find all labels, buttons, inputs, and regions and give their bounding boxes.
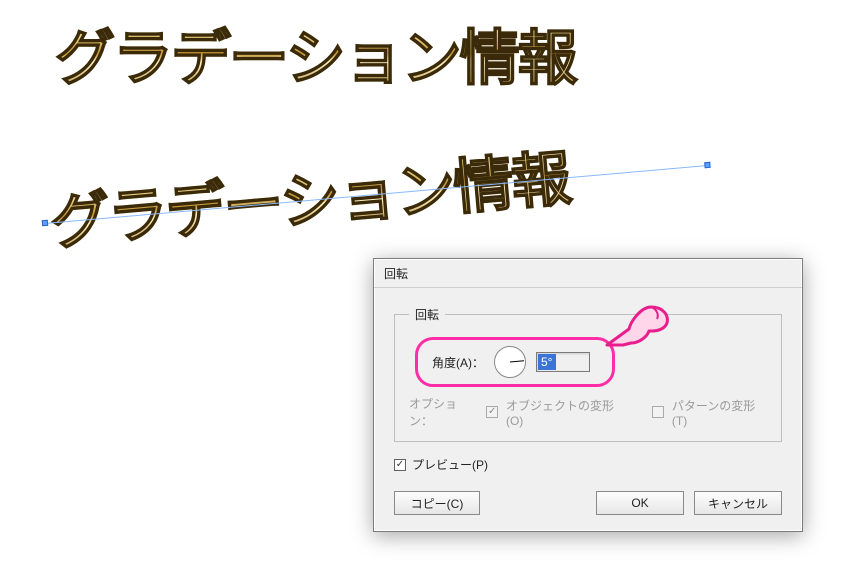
checkbox-preview[interactable] [394, 459, 406, 471]
angle-label: 角度(A)： [432, 354, 484, 371]
ok-button[interactable]: OK [596, 491, 684, 515]
selection-handle-left[interactable] [42, 220, 49, 227]
angle-input[interactable]: 5° [536, 352, 590, 372]
angle-highlight: 角度(A)： 5° [415, 337, 615, 387]
angle-dial[interactable] [494, 346, 526, 378]
cancel-button[interactable]: キャンセル [694, 491, 782, 515]
preview-label: プレビュー(P) [412, 456, 488, 473]
options-label: オプション： [409, 395, 478, 429]
gradient-text-original: グラデーション情報 [55, 10, 576, 97]
gradient-text-rotated: グラデーション情報 [46, 130, 572, 262]
options-row: オプション： オブジェクトの変形(O) パターンの変形(T) [409, 395, 767, 429]
rotate-group-legend: 回転 [409, 306, 445, 323]
checkbox-transform-object [486, 406, 498, 418]
dialog-title: 回転 [374, 259, 802, 288]
pointing-hand-icon [601, 301, 671, 357]
option-transform-pattern-label: パターンの変形(T) [672, 397, 767, 428]
rotate-group: 回転 角度(A)： 5° オプション： オブジェクトの変形(O) [394, 306, 782, 442]
rotate-dialog: 回転 回転 角度(A)： 5° オプション： オ [373, 258, 803, 532]
checkbox-transform-pattern [652, 406, 664, 418]
preview-row: プレビュー(P) [394, 456, 782, 473]
selection-handle-right[interactable] [704, 162, 711, 169]
option-transform-object-label: オブジェクトの変形(O) [506, 397, 627, 428]
copy-button[interactable]: コピー(C) [394, 491, 480, 515]
angle-value: 5° [538, 354, 556, 370]
